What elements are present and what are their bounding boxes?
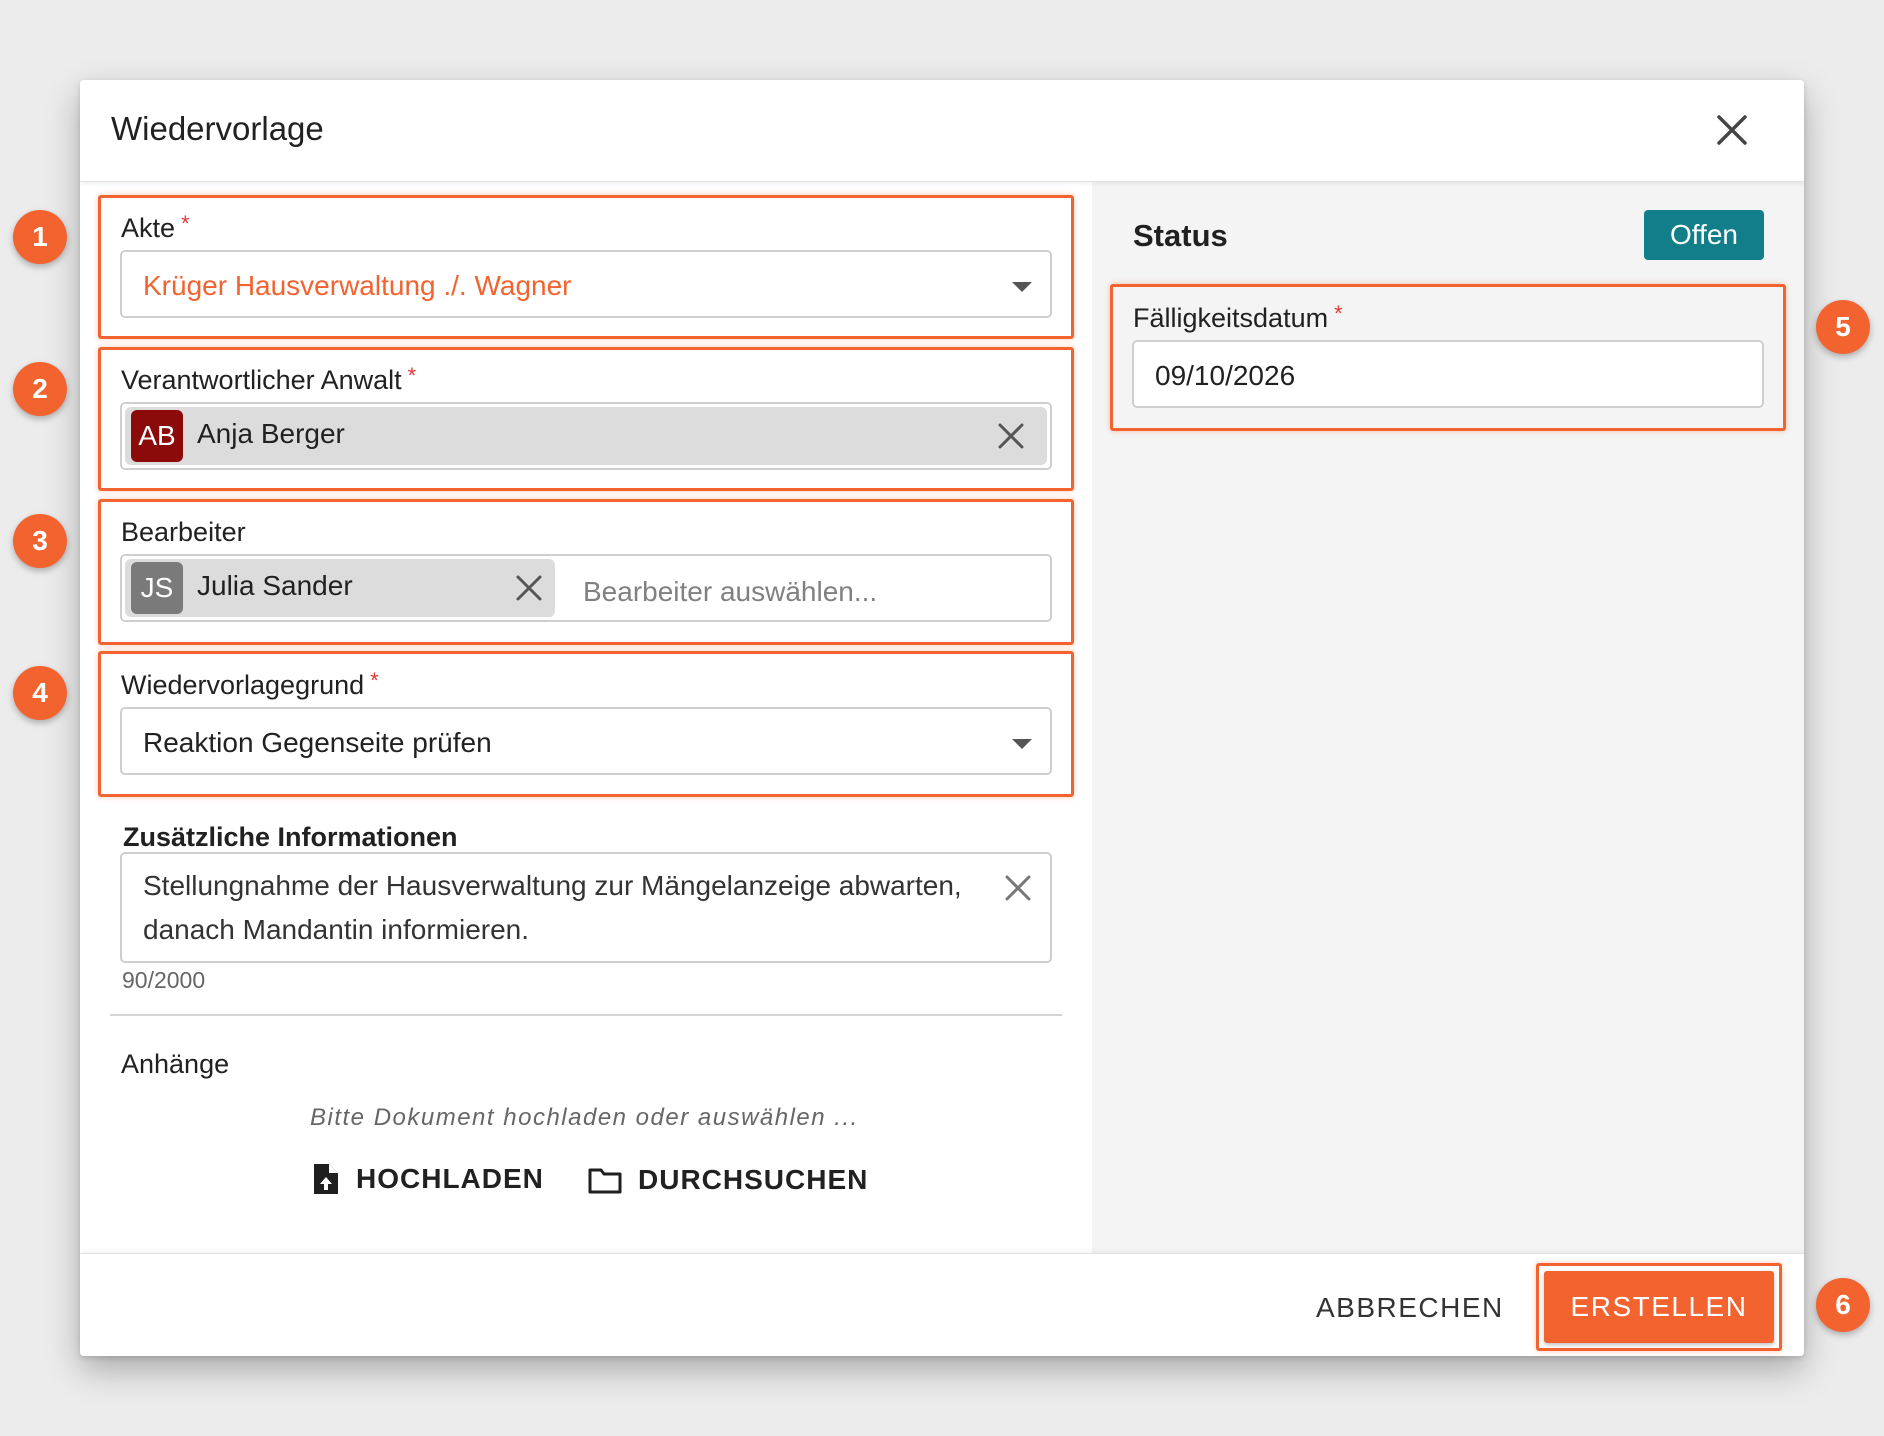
bearbeiter-chip-name: Julia Sander bbox=[197, 570, 353, 601]
browse-label: DURCHSUCHEN bbox=[638, 1164, 869, 1195]
chevron-down-icon[interactable] bbox=[1012, 739, 1032, 749]
grund-select[interactable]: Reaktion Gegenseite prüfen bbox=[120, 707, 1052, 775]
annotation-badge-4: 4 bbox=[13, 666, 67, 720]
anwalt-field[interactable]: AB Anja Berger bbox=[120, 402, 1052, 470]
bearbeiter-field[interactable]: JS Julia Sander Bearbeiter auswählen... bbox=[120, 554, 1052, 622]
due-date-input[interactable]: 09/10/2026 bbox=[1132, 340, 1764, 408]
file-upload-icon bbox=[314, 1164, 338, 1194]
attachments-label: Anhänge bbox=[121, 1049, 230, 1079]
annotation-badge-5: 5 bbox=[1816, 300, 1870, 354]
upload-label: HOCHLADEN bbox=[356, 1163, 544, 1194]
info-line-1: Stellungnahme der Hausverwaltung zur Män… bbox=[143, 870, 962, 901]
attachments-hint: Bitte Dokument hochladen oder auswählen … bbox=[310, 1104, 859, 1131]
info-label: Zusätzliche Informationen bbox=[123, 822, 458, 852]
grund-label: Wiedervorlagegrund * bbox=[121, 668, 379, 700]
clear-info-icon[interactable] bbox=[1004, 874, 1032, 902]
due-date-value: 09/10/2026 bbox=[1155, 360, 1296, 391]
annotation-badge-3: 3 bbox=[13, 514, 67, 568]
anwalt-chip: AB Anja Berger bbox=[125, 407, 1047, 465]
section-divider bbox=[110, 1014, 1062, 1016]
annotation-badge-1: 1 bbox=[13, 210, 67, 264]
akte-select[interactable]: Krüger Hausverwaltung ./. Wagner bbox=[120, 250, 1052, 318]
anwalt-label: Verantwortlicher Anwalt * bbox=[121, 363, 417, 395]
upload-button[interactable]: HOCHLADEN bbox=[312, 1162, 544, 1196]
chevron-down-icon[interactable] bbox=[1012, 282, 1032, 292]
avatar: JS bbox=[131, 562, 183, 614]
avatar: AB bbox=[131, 410, 183, 462]
create-button[interactable]: ERSTELLEN bbox=[1544, 1271, 1774, 1343]
char-counter: 90/2000 bbox=[122, 967, 206, 993]
akte-label: Akte * bbox=[121, 211, 190, 243]
cancel-button[interactable]: ABBRECHEN bbox=[1300, 1282, 1520, 1334]
close-icon[interactable] bbox=[1714, 112, 1750, 148]
remove-bearbeiter-icon[interactable] bbox=[515, 574, 543, 602]
annotation-badge-6: 6 bbox=[1816, 1278, 1870, 1332]
bearbeiter-chip: JS Julia Sander bbox=[125, 559, 555, 617]
akte-value: Krüger Hausverwaltung ./. Wagner bbox=[143, 270, 572, 301]
anwalt-chip-name: Anja Berger bbox=[197, 418, 345, 449]
folder-icon bbox=[588, 1168, 622, 1194]
info-textarea[interactable]: Stellungnahme der Hausverwaltung zur Män… bbox=[120, 852, 1052, 963]
status-badge: Offen bbox=[1644, 210, 1764, 260]
bearbeiter-search-input[interactable]: Bearbeiter auswählen... bbox=[583, 576, 877, 608]
dialog-title: Wiedervorlage bbox=[111, 110, 324, 147]
dialog-header: Wiedervorlage bbox=[80, 80, 1804, 182]
info-line-2: danach Mandantin informieren. bbox=[143, 914, 530, 945]
browse-button[interactable]: DURCHSUCHEN bbox=[588, 1164, 868, 1196]
status-title: Status bbox=[1133, 218, 1228, 253]
remove-anwalt-icon[interactable] bbox=[997, 422, 1025, 450]
grund-value: Reaktion Gegenseite prüfen bbox=[143, 727, 492, 758]
due-date-label: Fälligkeitsdatum * bbox=[1133, 301, 1343, 333]
bearbeiter-label: Bearbeiter bbox=[121, 517, 246, 547]
annotation-badge-2: 2 bbox=[13, 362, 67, 416]
